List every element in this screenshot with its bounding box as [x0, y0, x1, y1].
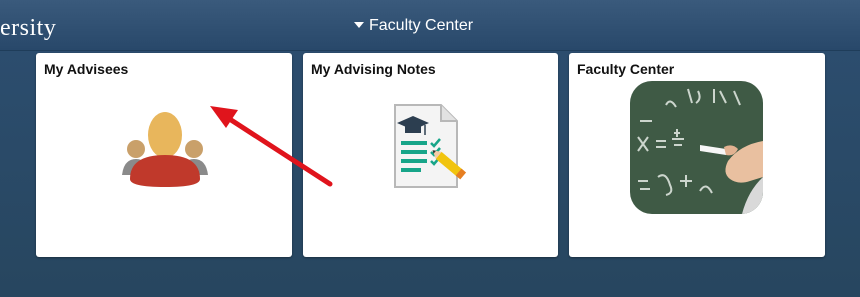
advising-notes-document-icon	[394, 104, 467, 188]
tile-my-advising-notes[interactable]: My Advising Notes	[303, 53, 558, 257]
banner-header: ersity Faculty Center	[0, 0, 860, 51]
homepage-selector-label: Faculty Center	[369, 17, 474, 34]
university-brand-text: ersity	[0, 15, 57, 41]
tile-my-advisees[interactable]: My Advisees	[36, 53, 292, 257]
caret-down-icon	[354, 22, 364, 28]
tile-title: Faculty Center	[577, 61, 675, 77]
tile-title: My Advising Notes	[311, 61, 436, 77]
homepage-selector-dropdown[interactable]: Faculty Center	[354, 15, 473, 37]
chalkboard-math-icon	[630, 81, 763, 214]
tile-title: My Advisees	[44, 61, 129, 77]
tile-faculty-center[interactable]: Faculty Center	[569, 53, 825, 257]
advisees-people-icon	[122, 112, 208, 187]
